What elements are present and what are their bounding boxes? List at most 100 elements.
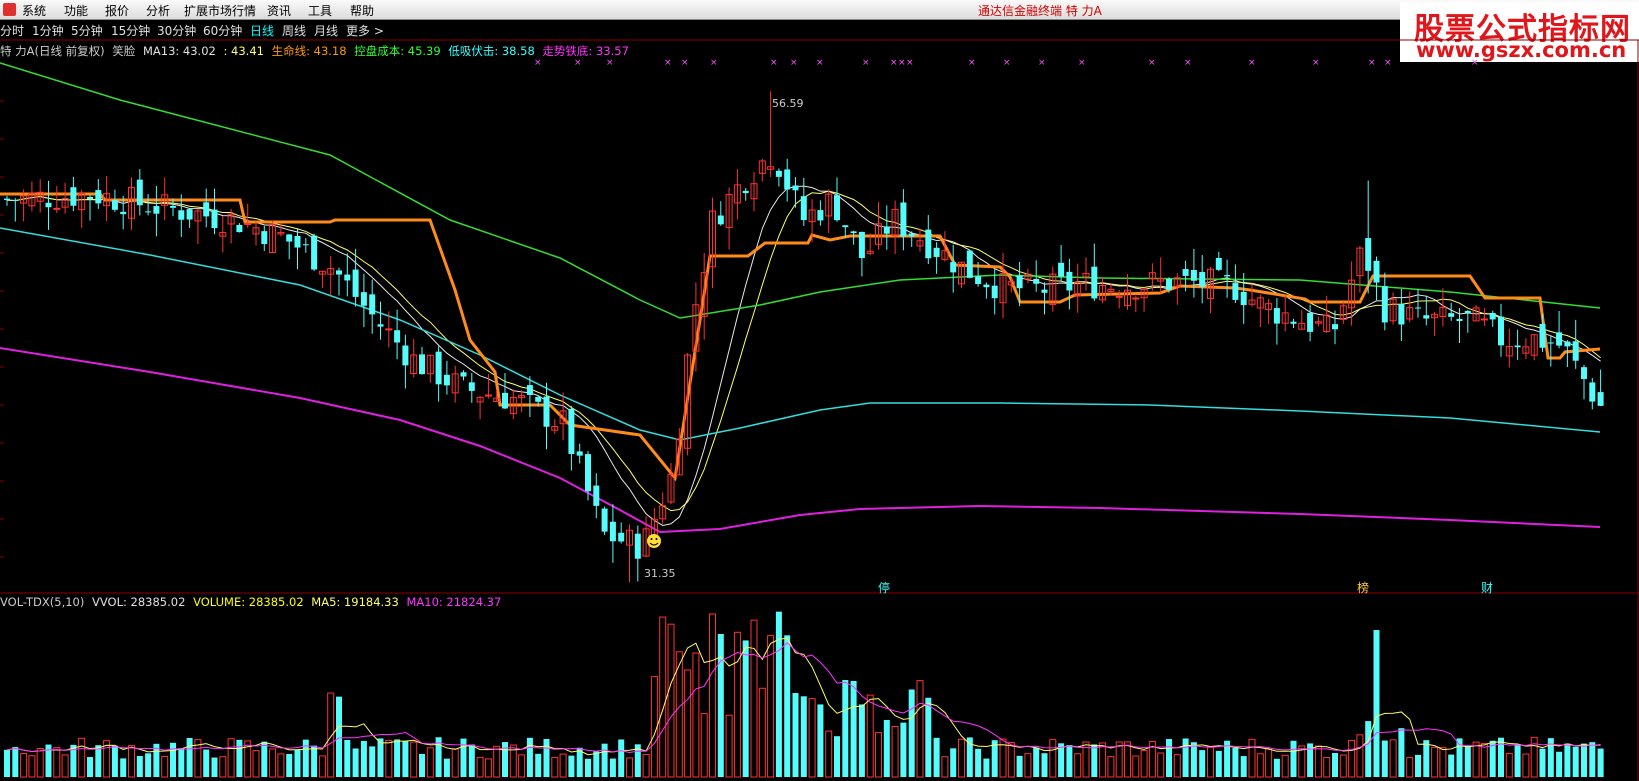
candle-body <box>1215 257 1222 270</box>
volume-bar <box>128 745 135 778</box>
signal-mark: × <box>664 58 672 68</box>
volume-bar <box>758 687 766 778</box>
volume-bar <box>609 758 616 777</box>
volume-bar <box>1265 747 1273 778</box>
candle-body <box>1290 321 1297 324</box>
volume-bar <box>468 744 475 777</box>
volume-bar <box>1273 758 1280 777</box>
volume-bar <box>311 745 318 777</box>
kline-chart[interactable]: × × × × × × × × × × × × × × × × × × × × × × × × 56.59 31.35 停 榜… <box>0 0 1639 781</box>
volume-bar <box>1314 745 1322 778</box>
high-label: 56.59 <box>772 97 804 110</box>
volume-bar <box>1107 756 1115 778</box>
signal-mark: × <box>534 58 542 68</box>
volume-bar <box>551 756 559 778</box>
candle-body <box>1564 341 1571 347</box>
mark-finance: 财 <box>1481 581 1493 595</box>
volume-bar <box>1398 728 1405 777</box>
volume-bar <box>1190 742 1197 777</box>
candle-body <box>1498 316 1504 346</box>
volume-bar <box>360 740 367 777</box>
volume-bar <box>585 758 591 777</box>
candle-body <box>535 396 542 402</box>
volume-bar <box>352 748 359 777</box>
volume-bar <box>568 755 575 777</box>
candle-body <box>1224 275 1231 277</box>
volume-bar <box>543 739 550 777</box>
volume-bar <box>95 745 102 777</box>
volume-bar <box>219 756 227 778</box>
volume-bar <box>1074 753 1082 778</box>
candle-body <box>136 179 143 206</box>
candle-body <box>1415 307 1421 309</box>
volume-bar <box>394 739 401 777</box>
volume-bar <box>1215 750 1222 777</box>
volume-bar <box>717 634 724 777</box>
volume-bar <box>667 623 675 778</box>
volume-bar <box>344 739 351 777</box>
candle-body <box>1332 324 1338 330</box>
candle-body <box>1423 315 1430 319</box>
candle-body <box>170 205 176 208</box>
candle-body <box>1041 289 1048 293</box>
volume-bar <box>858 704 865 777</box>
volume-bar <box>1332 753 1338 777</box>
candle-body <box>87 196 93 200</box>
candle-body <box>842 225 849 228</box>
candle-body <box>925 229 932 259</box>
candle-body <box>286 234 293 242</box>
candle-body <box>834 195 840 221</box>
volume-bar <box>385 739 393 778</box>
volume-bar <box>36 748 44 778</box>
volume-bar <box>186 738 193 777</box>
candle-body <box>1448 313 1455 317</box>
volume-bar <box>593 751 600 777</box>
volume-bar <box>792 693 799 777</box>
volume-bar <box>120 758 127 777</box>
volume-bar <box>318 755 326 778</box>
candle-body <box>1199 272 1206 287</box>
candle-body <box>70 187 77 206</box>
candle-body <box>784 169 791 190</box>
volume-bar <box>277 753 285 778</box>
candle-body <box>1240 291 1247 306</box>
volume-bar <box>20 753 28 778</box>
candle-body <box>576 451 583 456</box>
candlesticks <box>4 91 1604 583</box>
signal-mark: × <box>816 58 824 68</box>
volume-bar <box>1232 747 1239 777</box>
volume-bar <box>1572 746 1579 777</box>
candle-body <box>543 396 550 427</box>
volume-bar <box>1514 744 1521 777</box>
volume-bar <box>750 619 758 778</box>
candle-body <box>1572 341 1579 361</box>
candle-body <box>983 284 990 288</box>
volume-bar <box>1157 752 1165 778</box>
candle-body <box>1166 278 1172 290</box>
signal-mark: × <box>1078 58 1086 68</box>
candle-body <box>593 485 600 506</box>
ma13-line <box>6 185 1601 526</box>
volume-bar <box>784 635 791 777</box>
volume-bar <box>1530 736 1538 778</box>
candle-body <box>311 235 318 270</box>
candle-body <box>4 198 10 201</box>
volume-bar <box>1472 741 1480 778</box>
signal-mark: × <box>1384 58 1392 68</box>
candle-body <box>1182 269 1189 276</box>
signal-mark: × <box>898 58 906 68</box>
candle-body <box>717 215 724 225</box>
signal-mark: × <box>1184 58 1192 68</box>
candle-body <box>1132 297 1140 300</box>
volume-bar <box>136 755 143 777</box>
volume-bar <box>1448 754 1455 777</box>
volume-bar <box>377 738 384 777</box>
candle-body <box>435 351 442 385</box>
volume-bar <box>700 713 708 778</box>
volume-bar <box>767 635 775 778</box>
candle-body <box>53 207 61 210</box>
candle-body <box>294 235 301 248</box>
volume-bar <box>61 754 69 778</box>
candle-body <box>120 211 127 215</box>
volume-bar <box>1389 739 1397 778</box>
